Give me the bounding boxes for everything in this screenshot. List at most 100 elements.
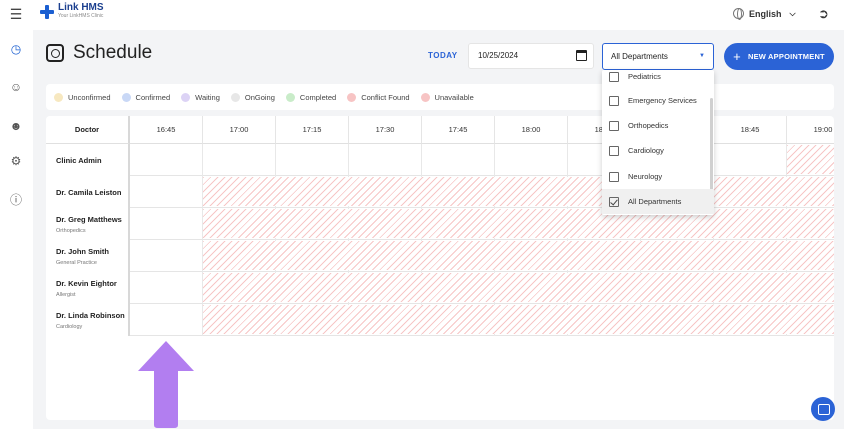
legend-label: OnGoing [244, 92, 275, 102]
page-title: Schedule [73, 42, 153, 63]
legend-dot-icon [181, 92, 191, 102]
time-header: 17:45 [422, 116, 495, 144]
legend-item: Completed [285, 92, 337, 102]
doctor-column-header: Doctor [46, 116, 130, 144]
doctor-name: Dr. Linda Robinson [56, 310, 125, 320]
time-slot[interactable] [203, 144, 276, 176]
legend-item: Unconfirmed [54, 92, 111, 102]
schedule-icon[interactable]: ◷ [7, 40, 25, 58]
table-row: Dr. Linda Robinson Cardiology [46, 304, 834, 336]
calendar-icon[interactable] [576, 50, 587, 61]
checkbox-checked-icon[interactable] [609, 196, 619, 207]
legend-item: OnGoing [230, 92, 275, 102]
time-header: 16:45 [130, 116, 203, 144]
person-icon[interactable]: ☺ [7, 78, 25, 96]
table-row: Dr. Kevin Eightor Allergist [46, 272, 834, 304]
legend-label: Conflict Found [361, 92, 410, 102]
checkbox-icon[interactable] [609, 145, 619, 156]
checkbox-icon[interactable] [609, 71, 619, 82]
checkbox-icon[interactable] [609, 120, 619, 131]
doctor-department: Orthopedics [56, 227, 86, 234]
schedule-title-icon [46, 44, 64, 62]
legend-dot-icon [54, 92, 63, 102]
department-option[interactable]: Emergency Services [602, 88, 714, 113]
table-row: Dr. Greg Matthews Orthopedics [46, 208, 834, 240]
doctor-cell: Dr. John Smith General Practice [46, 240, 130, 272]
annotation-arrow-icon [138, 341, 194, 428]
table-row: Dr. Camila Leiston [46, 176, 834, 208]
doctor-name: Clinic Admin [56, 155, 102, 165]
time-slot[interactable] [130, 176, 203, 208]
sidebar: ◷ ☺ ☻ ⚙ ⓘ [0, 30, 33, 429]
unavailable-block [203, 241, 834, 270]
time-slot[interactable] [276, 144, 349, 176]
legend-item: Unavailable [420, 92, 474, 102]
table-row: Clinic Admin [46, 144, 834, 176]
language-label: English [749, 8, 782, 19]
time-slot[interactable] [130, 272, 203, 304]
settings-icon[interactable]: ⚙ [7, 152, 25, 170]
time-slot[interactable] [422, 144, 495, 176]
logo-cross-icon [40, 4, 54, 19]
time-header: 19:00 [787, 116, 834, 144]
department-option-label: Orthopedics [628, 121, 669, 130]
legend-label: Completed [299, 92, 337, 102]
department-option-label: Cardiology [628, 146, 664, 155]
unavailable-block [203, 273, 834, 302]
department-option[interactable]: Pediatrics [602, 70, 714, 89]
legend-dot-icon [347, 92, 357, 102]
app-tagline: Your LinkHMS Clinic [58, 13, 104, 19]
department-option[interactable]: Neurology [602, 164, 714, 189]
unavailable-block [787, 145, 834, 174]
department-option[interactable]: All Departments [602, 189, 714, 214]
doctor-name: Dr. Camila Leiston [56, 187, 122, 197]
new-appointment-label: NEW APPOINTMENT [747, 52, 825, 61]
time-slot[interactable] [130, 208, 203, 240]
legend-dot-icon [230, 92, 240, 102]
department-option-label: Emergency Services [628, 96, 697, 105]
doctor-cell: Clinic Admin [46, 144, 130, 176]
time-slot[interactable] [130, 240, 203, 272]
legend-item: Waiting [181, 92, 220, 102]
unavailable-block [203, 177, 834, 206]
legend-label: Unavailable [434, 92, 474, 102]
date-value: 10/25/2024 [478, 51, 519, 60]
doctor-name: Dr. Greg Matthews [56, 214, 122, 224]
plus-icon: + [733, 49, 741, 64]
doctor-name: Dr. John Smith [56, 246, 109, 256]
department-option[interactable]: Cardiology [602, 138, 714, 163]
chat-icon[interactable] [811, 397, 835, 421]
time-slot[interactable] [714, 144, 787, 176]
department-dropdown-menu: Pediatrics Emergency Services Orthopedics C… [602, 70, 714, 215]
time-slot[interactable] [349, 144, 422, 176]
unavailable-block [203, 305, 834, 334]
dropdown-arrow-icon: ▼ [699, 53, 705, 59]
date-input[interactable]: 10/25/2024 [468, 43, 594, 69]
time-slot[interactable] [130, 144, 203, 176]
new-appointment-button[interactable]: + NEW APPOINTMENT [724, 43, 834, 70]
time-slot[interactable] [130, 304, 203, 336]
menu-icon[interactable]: ☰ [8, 6, 24, 22]
today-button[interactable]: TODAY [428, 51, 458, 60]
legend-dot-icon [420, 92, 430, 102]
top-bar: ☰ Link HMS Your LinkHMS Clinic English ⌵… [0, 0, 844, 30]
department-select[interactable]: All Departments ▼ [602, 43, 714, 70]
checkbox-icon[interactable] [609, 95, 619, 106]
group-icon[interactable]: ☻ [7, 117, 25, 135]
department-option[interactable]: Orthopedics [602, 113, 714, 138]
time-header: 17:00 [203, 116, 276, 144]
department-option-label: Neurology [628, 172, 663, 181]
table-row: Dr. John Smith General Practice [46, 240, 834, 272]
doctor-cell: Dr. Kevin Eightor Allergist [46, 272, 130, 304]
checkbox-icon[interactable] [609, 171, 619, 182]
legend-label: Waiting [195, 92, 220, 102]
legend-label: Confirmed [135, 92, 171, 102]
app-logo[interactable]: Link HMS Your LinkHMS Clinic [40, 3, 104, 20]
language-selector[interactable]: English ⌵ [733, 8, 796, 20]
help-icon[interactable]: ⓘ [7, 191, 25, 209]
time-header: 17:15 [276, 116, 349, 144]
time-slot[interactable] [495, 144, 568, 176]
doctor-cell: Dr. Linda Robinson Cardiology [46, 304, 130, 336]
logout-icon[interactable]: ➲ [818, 6, 829, 22]
time-header: 18:45 [714, 116, 787, 144]
